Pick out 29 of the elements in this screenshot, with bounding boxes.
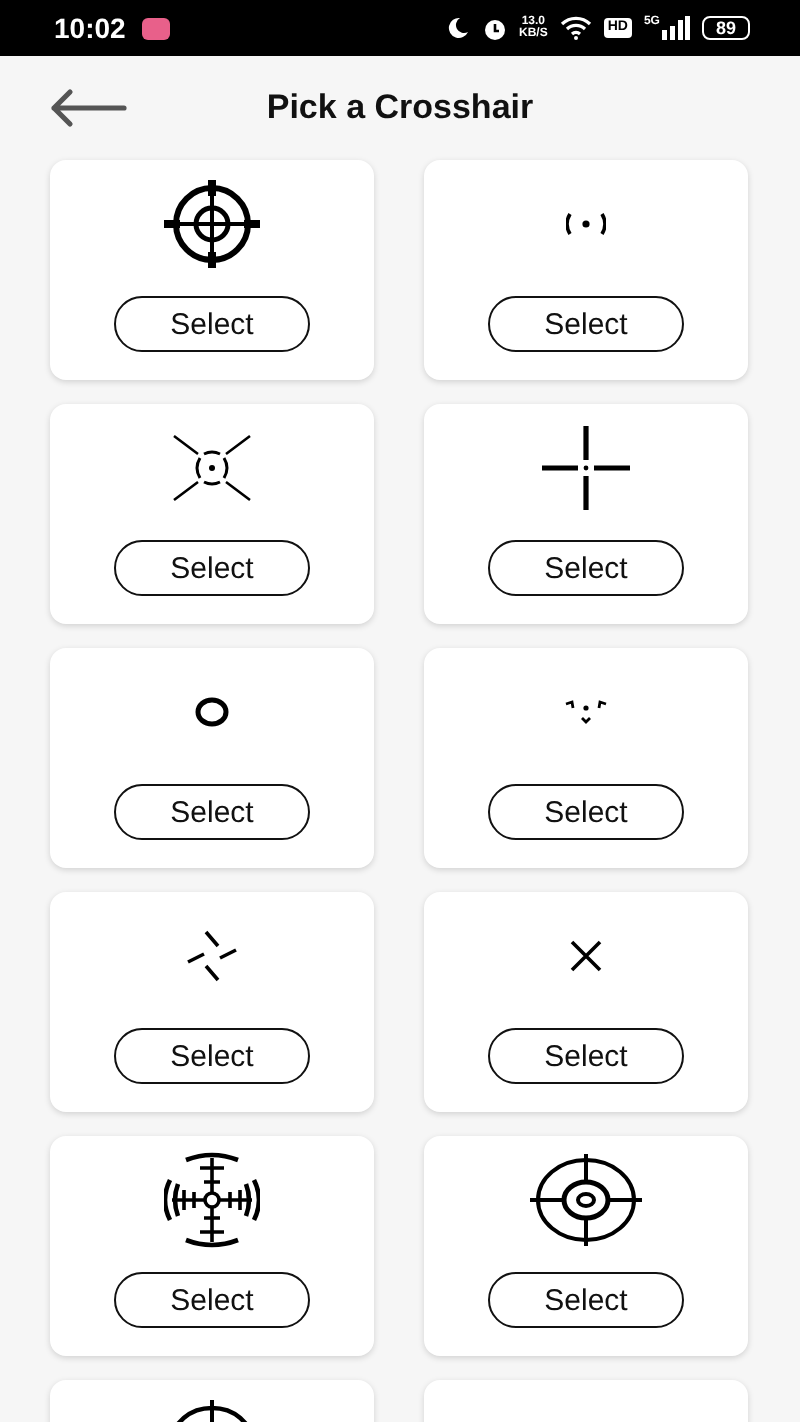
select-button[interactable]: Select (488, 784, 684, 840)
crosshair-icon (540, 424, 632, 512)
select-button[interactable]: Select (488, 296, 684, 352)
crosshair-icon (186, 930, 238, 982)
clock: 10:02 (54, 12, 126, 44)
battery-level: 89 (701, 16, 750, 40)
signal-icon (661, 16, 690, 40)
app-icon (141, 17, 170, 39)
select-button[interactable]: Select (114, 1028, 310, 1084)
select-button[interactable]: Select (114, 540, 310, 596)
crosshair-icon (194, 696, 230, 728)
wifi-icon (559, 16, 592, 40)
crosshair-icon (566, 210, 606, 238)
crosshair-icon (160, 180, 264, 268)
select-button[interactable]: Select (488, 540, 684, 596)
select-button[interactable]: Select (114, 1272, 310, 1328)
select-button[interactable]: Select (114, 296, 310, 352)
crosshair-icon (564, 699, 608, 725)
crosshair-icon (570, 940, 602, 972)
crosshair-icon (164, 1152, 260, 1248)
back-arrow-icon[interactable] (48, 88, 128, 128)
select-button[interactable]: Select (114, 784, 310, 840)
select-button[interactable]: Select (488, 1028, 684, 1084)
select-button[interactable]: Select (488, 1272, 684, 1328)
alarm-icon (481, 15, 507, 41)
crosshair-icon (172, 434, 252, 502)
crosshair-icon (528, 1152, 644, 1248)
moon-icon (445, 16, 469, 40)
page-title: Pick a Crosshair (266, 88, 534, 128)
